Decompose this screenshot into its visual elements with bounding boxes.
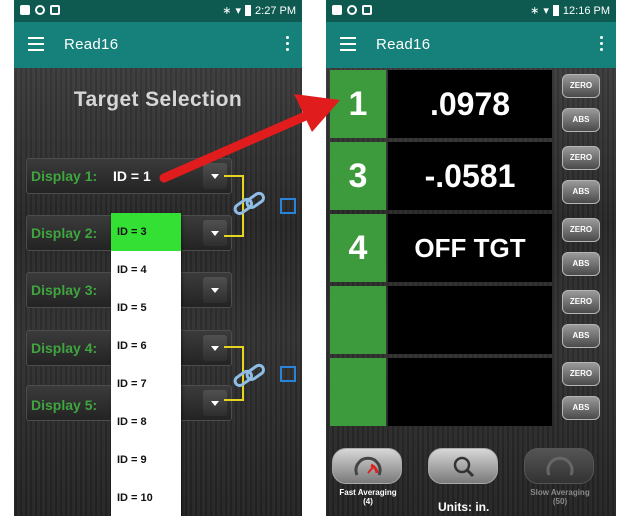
app-bar: Read16: [14, 22, 302, 68]
overflow-menu-icon[interactable]: [600, 36, 604, 52]
notification-icon: [35, 5, 45, 15]
readout-row: 1 .0978 ZERO ABS: [326, 68, 616, 138]
display-label: Display 2:: [31, 225, 98, 241]
abs-button[interactable]: ABS: [562, 396, 600, 420]
display-label: Display 4:: [31, 340, 98, 356]
bottom-controls: Fast Averaging (4) Units: in. Slow Avera…: [326, 432, 616, 516]
abs-button[interactable]: ABS: [562, 252, 600, 276]
abs-button[interactable]: ABS: [562, 180, 600, 204]
app-bar: Read16: [326, 22, 616, 68]
dropdown-option[interactable]: ID = 9: [111, 441, 181, 479]
slow-averaging-button[interactable]: [524, 448, 594, 484]
readout-row: 3 -.0581 ZERO ABS: [326, 140, 616, 210]
zero-button[interactable]: ZERO: [562, 146, 600, 170]
readout-row: ZERO ABS: [326, 284, 616, 354]
zero-button[interactable]: ZERO: [562, 218, 600, 242]
notification-icon: [362, 5, 372, 15]
abs-button[interactable]: ABS: [562, 324, 600, 348]
link-toggle-checkbox[interactable]: [280, 366, 296, 382]
display-value: ID = 1: [113, 168, 151, 184]
link-chain-icon[interactable]: [232, 362, 268, 392]
battery-icon: [245, 5, 252, 16]
app-title: Read16: [376, 36, 431, 53]
dropdown-option[interactable]: ID = 8: [111, 403, 181, 441]
display-number[interactable]: [330, 358, 386, 426]
speedometer-icon: [354, 456, 382, 476]
readout-row: ZERO ABS: [326, 356, 616, 426]
speedometer-icon: [546, 456, 574, 476]
left-phone-screen: ∗ ▾ 2:27 PM Read16 Target Selection Disp…: [14, 0, 302, 516]
readout-value: .0978: [388, 70, 552, 138]
zero-button[interactable]: ZERO: [562, 362, 600, 386]
annotation-arrow: [159, 94, 340, 183]
fast-averaging-label: Fast Averaging: [339, 488, 397, 497]
notification-icon: [20, 5, 30, 15]
display-label: Display 5:: [31, 397, 98, 413]
notification-icon: [50, 5, 60, 15]
abs-button[interactable]: ABS: [562, 108, 600, 132]
units-label: Units: in.: [438, 500, 490, 514]
dropdown-option[interactable]: ID = 10: [111, 479, 181, 516]
wifi-icon: ▾: [543, 5, 549, 17]
display-label: Display 1:: [31, 168, 98, 184]
dropdown-caret-icon[interactable]: [203, 277, 227, 303]
bluetooth-icon: ∗: [530, 5, 540, 17]
slow-averaging-count: (50): [552, 497, 568, 506]
readout-value: [388, 358, 552, 426]
id-dropdown-list: ID = 3 ID = 4 ID = 5 ID = 6 ID = 7 ID = …: [111, 213, 181, 516]
readout-row: 4 OFF TGT ZERO ABS: [326, 212, 616, 282]
app-title: Read16: [64, 36, 119, 53]
status-time: 12:16 PM: [562, 4, 610, 17]
slow-averaging-label: Slow Averaging: [530, 488, 590, 497]
menu-icon[interactable]: [340, 37, 356, 51]
dropdown-option[interactable]: ID = 6: [111, 327, 181, 365]
status-bar: ∗ ▾ 12:16 PM: [326, 0, 616, 22]
fast-averaging-count: (4): [363, 497, 373, 506]
dropdown-option-selected[interactable]: ID = 3: [111, 213, 181, 251]
menu-icon[interactable]: [28, 37, 44, 51]
dropdown-option[interactable]: ID = 7: [111, 365, 181, 403]
status-time: 2:27 PM: [255, 4, 296, 17]
overflow-menu-icon[interactable]: [286, 36, 290, 52]
bluetooth-icon: ∗: [222, 5, 232, 17]
zero-button[interactable]: ZERO: [562, 74, 600, 98]
search-button[interactable]: [428, 448, 498, 484]
right-phone-screen: ∗ ▾ 12:16 PM Read16 1 .0978 ZERO ABS 3 -…: [326, 0, 616, 516]
readout-value: [388, 286, 552, 354]
display-number[interactable]: [330, 286, 386, 354]
fast-averaging-button[interactable]: [332, 448, 402, 484]
display-label: Display 3:: [31, 282, 98, 298]
status-bar: ∗ ▾ 2:27 PM: [14, 0, 302, 22]
readout-value: OFF TGT: [388, 214, 552, 282]
dropdown-option[interactable]: ID = 4: [111, 251, 181, 289]
zero-button[interactable]: ZERO: [562, 290, 600, 314]
notification-icon: [347, 5, 357, 15]
notification-icon: [332, 5, 342, 15]
search-icon: [453, 456, 475, 478]
link-toggle-checkbox[interactable]: [280, 198, 296, 214]
battery-icon: [552, 5, 559, 16]
display-number[interactable]: 4: [330, 214, 386, 282]
wifi-icon: ▾: [235, 5, 242, 17]
readout-value: -.0581: [388, 142, 552, 210]
dropdown-option[interactable]: ID = 5: [111, 289, 181, 327]
